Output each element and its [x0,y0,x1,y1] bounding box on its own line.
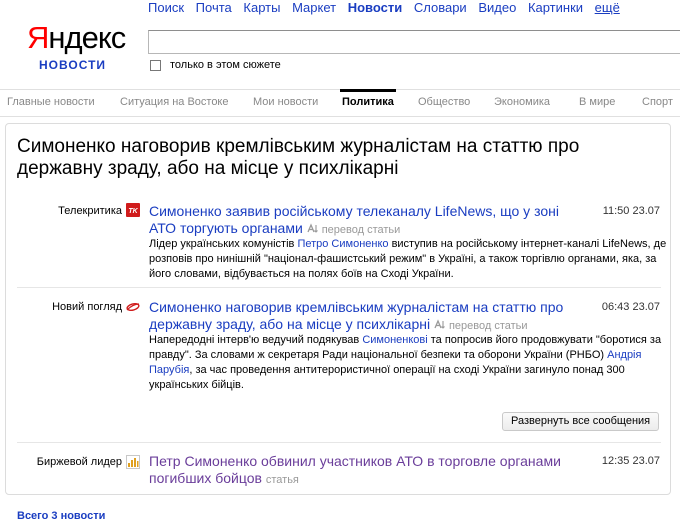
nav-politics[interactable]: Политика [342,96,394,108]
search-input[interactable] [149,31,680,53]
service-images[interactable]: Картинки [528,0,583,15]
news-time: 06:43 23.07 [601,301,660,313]
search-box [148,30,680,54]
story-card: Симоненко наговорив кремлівським журналі… [5,123,671,495]
person-link[interactable]: Петро Симоненко [297,238,388,250]
only-story-label: только в этом сюжете [170,59,281,71]
headline-link[interactable]: Петр Симоненко обвинил участников АТО в … [149,453,561,486]
service-market[interactable]: Маркет [292,0,336,15]
news-headline: Симоненко наговорив кремлівським журналі… [149,299,589,335]
translate-icon [307,223,318,233]
nav-society[interactable]: Общество [418,96,470,108]
category-nav: Главные новости Ситуация на Востоке Мои … [0,89,680,117]
services-bar: Поиск Почта Карты Маркет Новости Словари… [148,0,628,15]
article-meta: статья [265,474,299,486]
person-link[interactable]: Симоненкові [362,334,427,346]
translate-icon [434,319,445,329]
service-more[interactable]: ещё [595,0,620,15]
news-headline: Петр Симоненко обвинил участников АТО в … [149,453,589,489]
source-name[interactable]: Новий погляд [52,301,122,313]
nav-economy[interactable]: Экономика [494,96,550,108]
nav-main-news[interactable]: Главные новости [7,96,95,108]
only-story-checkbox[interactable] [150,59,161,71]
service-news[interactable]: Новости [348,0,403,15]
nav-sport[interactable]: Спорт [642,96,673,108]
translation-meta[interactable]: перевод статьи [434,319,528,332]
novyi-pohliad-icon [126,300,140,314]
news-headline: Симоненко заявив російському телеканалу … [149,203,589,239]
svg-text:TK: TK [128,208,138,215]
news-snippet: Лідер українських комуністів Петро Симон… [149,238,667,280]
service-video[interactable]: Видео [478,0,516,15]
only-story-filter[interactable]: только в этом сюжете [150,59,281,71]
nav-east-situation[interactable]: Ситуация на Востоке [120,96,229,108]
nav-my-news[interactable]: Мои новости [253,96,318,108]
birzhevoy-lider-icon [126,455,140,469]
news-time: 12:35 23.07 [601,455,660,467]
service-search[interactable]: Поиск [148,0,184,15]
nav-world[interactable]: В мире [579,96,615,108]
active-tab-indicator [340,89,396,92]
expand-all-button[interactable]: Развернуть все сообщения [502,412,660,431]
telekritika-icon: TK [126,203,140,217]
service-dictionaries[interactable]: Словари [414,0,467,15]
item-divider [17,287,661,288]
item-divider [17,442,661,443]
total-news-link[interactable]: Всего 3 новости [17,510,105,522]
service-maps[interactable]: Карты [243,0,280,15]
yandex-news-logo[interactable]: Яндекс НОВОСТИ [27,20,126,72]
news-time: 11:50 23.07 [602,205,660,217]
source-name[interactable]: Биржевой лидер [37,456,122,468]
translation-meta[interactable]: перевод статьи [307,223,400,236]
story-title: Симоненко наговорив кремлівським журналі… [17,136,580,179]
service-mail[interactable]: Почта [196,0,232,15]
news-snippet: Напередодні інтерв'ю ведучий подякував С… [149,334,662,391]
source-name[interactable]: Телекритика [58,205,122,217]
logo-wordmark: Яндекс [27,20,126,55]
logo-subtitle: НОВОСТИ [39,58,107,72]
